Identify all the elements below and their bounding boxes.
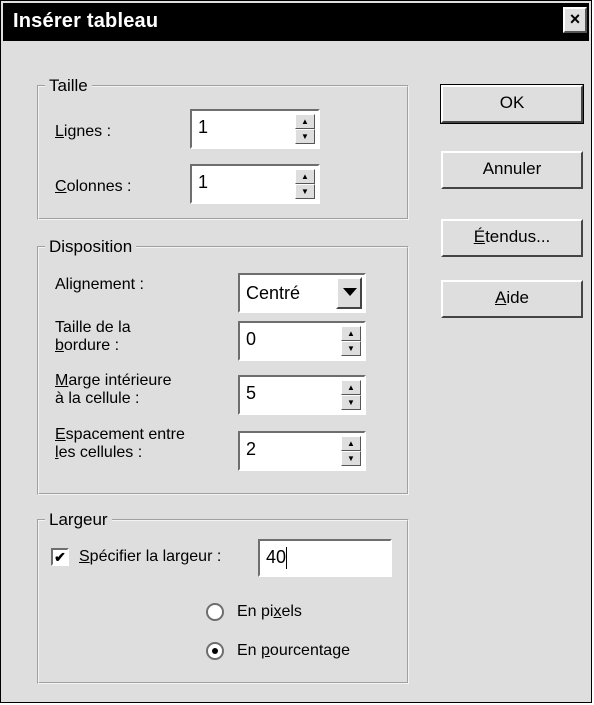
disposition-legend: Disposition <box>49 237 133 256</box>
bordure-value: 0 <box>246 329 257 349</box>
lignes-label: Lignes : <box>55 123 112 140</box>
largeur-legend: Largeur <box>49 510 108 529</box>
espacement-label: Espacement entre les cellules : <box>55 426 185 461</box>
window-title: Insérer tableau <box>13 10 159 32</box>
marge-value: 5 <box>246 383 257 403</box>
insert-table-dialog: Insérer tableau × Taille Lignes : 1 ▲ ▼ … <box>0 0 592 703</box>
colonnes-arrows: ▲ ▼ <box>295 169 315 199</box>
specifier-checkbox[interactable]: ✔ <box>51 548 69 566</box>
marge-up-button[interactable]: ▲ <box>341 380 361 395</box>
marge-label: Marge intérieure à la cellule : <box>55 372 172 407</box>
close-button[interactable]: × <box>563 7 587 33</box>
etendus-button[interactable]: Étendus... <box>441 219 583 257</box>
ok-button[interactable]: OK <box>440 84 584 124</box>
alignement-value: Centré <box>246 283 301 303</box>
radio-pixels[interactable] <box>206 603 224 621</box>
bordure-down-button[interactable]: ▼ <box>341 341 361 356</box>
specifier-label[interactable]: Spécifier la largeur : <box>79 548 221 566</box>
lignes-value: 1 <box>198 117 209 137</box>
lignes-up-button[interactable]: ▲ <box>295 114 315 129</box>
largeur-group: Largeur <box>37 510 409 684</box>
bordure-arrows: ▲ ▼ <box>341 326 361 356</box>
marge-arrows: ▲ ▼ <box>341 380 361 410</box>
bordure-stepper[interactable]: 0 ▲ ▼ <box>238 321 366 361</box>
colonnes-value: 1 <box>198 172 209 192</box>
espacement-arrows: ▲ ▼ <box>341 436 361 466</box>
taille-legend: Taille <box>49 76 88 95</box>
lignes-down-button[interactable]: ▼ <box>295 129 315 144</box>
alignement-select[interactable]: Centré <box>238 273 366 313</box>
close-icon: × <box>569 9 581 29</box>
espacement-up-button[interactable]: ▲ <box>341 436 361 451</box>
alignement-label: Alignement : <box>55 276 144 293</box>
radio-pourcentage[interactable] <box>206 642 224 660</box>
text-caret <box>286 547 287 569</box>
bordure-label: Taille de la bordure : <box>55 319 131 354</box>
chevron-down-icon[interactable] <box>336 277 362 309</box>
largeur-input[interactable]: 40 <box>258 539 392 577</box>
espacement-stepper[interactable]: 2 ▲ ▼ <box>238 431 366 471</box>
marge-down-button[interactable]: ▼ <box>341 395 361 410</box>
marge-stepper[interactable]: 5 ▲ ▼ <box>238 375 366 415</box>
lignes-stepper[interactable]: 1 ▲ ▼ <box>190 109 320 149</box>
espacement-down-button[interactable]: ▼ <box>341 451 361 466</box>
aide-button[interactable]: Aide <box>441 280 583 318</box>
lignes-arrows: ▲ ▼ <box>295 114 315 144</box>
pourcentage-label[interactable]: En pourcentage <box>237 642 350 660</box>
bordure-up-button[interactable]: ▲ <box>341 326 361 341</box>
colonnes-down-button[interactable]: ▼ <box>295 184 315 199</box>
title-bar: Insérer tableau × <box>3 3 589 41</box>
annuler-button[interactable]: Annuler <box>441 151 583 189</box>
colonnes-stepper[interactable]: 1 ▲ ▼ <box>190 164 320 204</box>
pixels-label[interactable]: En pixels <box>237 603 302 621</box>
checkmark-icon: ✔ <box>54 549 66 565</box>
espacement-value: 2 <box>246 439 257 459</box>
largeur-value: 40 <box>266 547 287 567</box>
colonnes-up-button[interactable]: ▲ <box>295 169 315 184</box>
colonnes-label: Colonnes : <box>55 178 132 195</box>
